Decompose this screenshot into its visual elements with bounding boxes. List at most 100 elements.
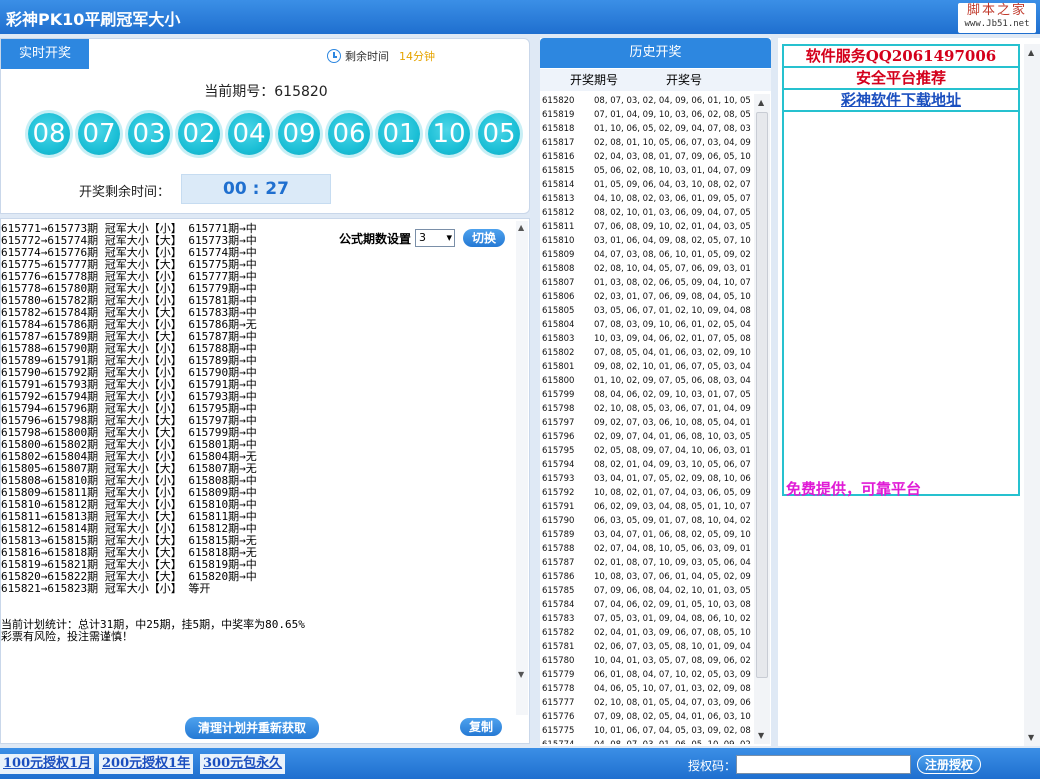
scroll-thumb[interactable] [756, 112, 768, 678]
history-row: 61577404, 08, 07, 03, 01, 06, 05, 10, 09… [542, 738, 754, 744]
history-row: 615785 07, 09, 06, 08, 04, 02, 10, 01, 03… [542, 584, 754, 598]
history-row: 615783 07, 05, 03, 01, 09, 04, 08, 06, 10… [542, 612, 754, 626]
history-issue: 615777 [542, 698, 575, 708]
history-numbers: 10, 04, 01, 03, 05, 07, 08, 09, 06, 02 [594, 656, 751, 666]
history-issue: 615780 [542, 656, 575, 666]
history-row: 615807 01, 03, 08, 02, 06, 05, 09, 04, 10… [542, 276, 754, 290]
history-row: 615777 02, 10, 08, 01, 05, 04, 07, 03, 09… [542, 696, 754, 710]
copy-button[interactable]: 复制 [460, 718, 502, 736]
history-row: 615818 01, 10, 06, 05, 02, 09, 04, 07, 08… [542, 122, 754, 136]
draw-ball: 05 [478, 113, 520, 155]
history-numbers: 07, 09, 06, 08, 04, 02, 10, 01, 03, 05 [594, 586, 751, 596]
register-button[interactable]: 注册授权 [917, 755, 981, 774]
history-row: 615782 02, 04, 01, 03, 09, 06, 07, 08, 05… [542, 626, 754, 640]
license-1-year[interactable]: 200元授权1年 [99, 754, 194, 774]
history-numbers: 08, 07, 03, 02, 04, 09, 06, 01, 10, 05 [594, 96, 751, 106]
clock-icon [327, 49, 341, 63]
history-issue: 615796 [542, 432, 575, 442]
history-numbers: 07, 08, 03, 09, 10, 06, 01, 02, 05, 04 [594, 320, 751, 330]
scroll-up-icon[interactable]: ▲ [518, 223, 524, 232]
history-issue: 615782 [542, 628, 575, 638]
history-numbers: 07, 06, 08, 09, 10, 02, 01, 04, 03, 05 [594, 222, 751, 232]
history-numbers: 02, 04, 03, 08, 01, 07, 09, 06, 05, 10 [594, 152, 751, 162]
history-issue: 615785 [542, 586, 575, 596]
history-numbers: 05, 06, 02, 08, 10, 03, 01, 04, 07, 09 [594, 166, 751, 176]
scroll-down-icon[interactable]: ▼ [518, 670, 524, 679]
history-row: 615778 04, 06, 05, 10, 07, 01, 03, 02, 09… [542, 682, 754, 696]
history-numbers: 07, 08, 05, 04, 01, 06, 03, 02, 09, 10 [594, 348, 751, 358]
history-row: 615775 10, 01, 06, 07, 04, 05, 03, 09, 02… [542, 724, 754, 738]
history-issue: 615820 [542, 96, 575, 106]
history-issue: 615808 [542, 264, 575, 274]
history-numbers: 08, 04, 06, 02, 09, 10, 03, 01, 07, 05 [594, 390, 751, 400]
plan-scrollbar[interactable]: ▲ ▼ [516, 221, 528, 715]
history-row: 615797 09, 02, 07, 03, 06, 10, 08, 05, 04… [542, 416, 754, 430]
history-row: 615776 07, 09, 08, 02, 05, 04, 01, 06, 03… [542, 710, 754, 724]
history-numbers: 02, 06, 07, 03, 05, 08, 10, 01, 09, 04 [594, 642, 751, 652]
scroll-down-icon[interactable]: ▼ [1028, 733, 1034, 742]
ad-safe-platform[interactable]: 安全平台推荐 [784, 68, 1018, 90]
history-issue: 615793 [542, 474, 575, 484]
history-numbers: 07, 04, 06, 02, 09, 01, 05, 10, 03, 08 [594, 600, 751, 610]
history-issue: 615809 [542, 250, 575, 260]
history-issue: 615775 [542, 726, 575, 736]
logo-top-text: 脚本之家 [966, 3, 1027, 18]
history-issue: 615787 [542, 558, 575, 568]
history-row: 615802 07, 08, 05, 04, 01, 06, 03, 02, 09… [542, 346, 754, 360]
history-issue: 615797 [542, 418, 575, 428]
history-row: 615791 06, 02, 09, 03, 04, 08, 05, 01, 10… [542, 500, 754, 514]
auth-code-input[interactable] [736, 755, 911, 774]
license-forever[interactable]: 300元包永久 [200, 754, 286, 774]
history-numbers: 09, 02, 07, 03, 06, 10, 08, 05, 04, 01 [594, 418, 751, 428]
scroll-down-icon[interactable]: ▼ [758, 731, 764, 740]
ad-download-link[interactable]: 彩神软件下载地址 [784, 90, 1018, 112]
history-issue: 615789 [542, 530, 575, 540]
remain-time-label: 剩余时间 [345, 50, 389, 63]
draw-ball: 03 [128, 113, 170, 155]
draw-balls: 08 07 03 02 04 09 06 01 10 05 [28, 113, 520, 155]
history-header: 开奖期号 开奖号 [540, 69, 771, 91]
history-numbers: 02, 08, 01, 10, 05, 06, 07, 03, 04, 09 [594, 138, 751, 148]
footer-bar: 100元授权1月 200元授权1年 300元包永久 授权码： 注册授权 [0, 748, 1040, 779]
history-row: 615808 02, 08, 10, 04, 05, 07, 06, 09, 03… [542, 262, 754, 276]
col-issue: 开奖期号 [570, 73, 619, 87]
history-row: 615786 10, 08, 03, 07, 06, 01, 04, 05, 02… [542, 570, 754, 584]
clear-refetch-button[interactable]: 清理计划并重新获取 [185, 717, 319, 739]
auth-code-label: 授权码： [688, 759, 737, 773]
scroll-up-icon[interactable]: ▲ [1028, 48, 1034, 57]
history-scrollbar[interactable]: ▲ ▼ [754, 94, 770, 744]
history-row: 615801 09, 08, 02, 10, 01, 06, 07, 05, 03… [542, 360, 754, 374]
draw-ball: 06 [328, 113, 370, 155]
window-title: 彩神PK10平刷冠军大小 [6, 10, 181, 29]
history-issue: 615786 [542, 572, 575, 582]
history-row: 615789 03, 04, 07, 01, 06, 08, 02, 05, 09… [542, 528, 754, 542]
license-1-month[interactable]: 100元授权1月 [0, 754, 95, 774]
history-issue: 615783 [542, 614, 575, 624]
history-numbers: 04, 07, 03, 08, 06, 10, 01, 05, 09, 02 [594, 250, 751, 260]
ad-service-qq[interactable]: 软件服务QQ2061497006 [784, 46, 1018, 68]
history-issue: 615816 [542, 152, 575, 162]
ad-scrollbar[interactable]: ▲ ▼ [1024, 44, 1040, 746]
history-numbers: 02, 03, 01, 07, 06, 09, 08, 04, 05, 10 [594, 292, 751, 302]
switch-button[interactable]: 切换 [463, 229, 506, 247]
history-numbers: 08, 02, 10, 01, 03, 06, 09, 04, 07, 05 [594, 208, 751, 218]
tab-live-draw[interactable]: 实时开奖 [1, 39, 89, 69]
history-row: 615793 03, 04, 01, 07, 05, 02, 09, 08, 10… [542, 472, 754, 486]
history-issue: 615806 [542, 292, 575, 302]
site-logo: 脚本之家 www.Jb51.net [958, 3, 1036, 33]
ad-free-text: 免费提供，可靠平台 [786, 480, 922, 498]
history-panel: 历史开奖 开奖期号 开奖号 615820 08, 07, 03, 02, 04, … [540, 38, 771, 746]
history-row: 615780 10, 04, 01, 03, 05, 07, 08, 09, 06… [542, 654, 754, 668]
history-numbers: 07, 05, 03, 01, 09, 04, 08, 06, 10, 02 [594, 614, 751, 624]
scroll-up-icon[interactable]: ▲ [758, 98, 764, 107]
history-issue: 615818 [542, 124, 575, 134]
plan-summary: 当前计划统计：总计31期，中25期，挂5期，中奖率为80.65% 彩票有风险，投注… [1, 619, 305, 643]
history-numbers: 06, 02, 09, 03, 04, 08, 05, 01, 10, 07 [594, 502, 751, 512]
tab-history[interactable]: 历史开奖 [540, 38, 771, 68]
history-issue: 615799 [542, 390, 575, 400]
history-numbers: 04, 08, 07, 03, 01, 06, 05, 10, 09, 02 [594, 738, 754, 744]
draw-ball: 08 [28, 113, 70, 155]
history-numbers: 10, 03, 09, 04, 06, 02, 01, 07, 05, 08 [594, 334, 751, 344]
formula-period-select[interactable]: 3 [415, 229, 456, 247]
history-numbers: 02, 08, 10, 04, 05, 07, 06, 09, 03, 01 [594, 264, 751, 274]
